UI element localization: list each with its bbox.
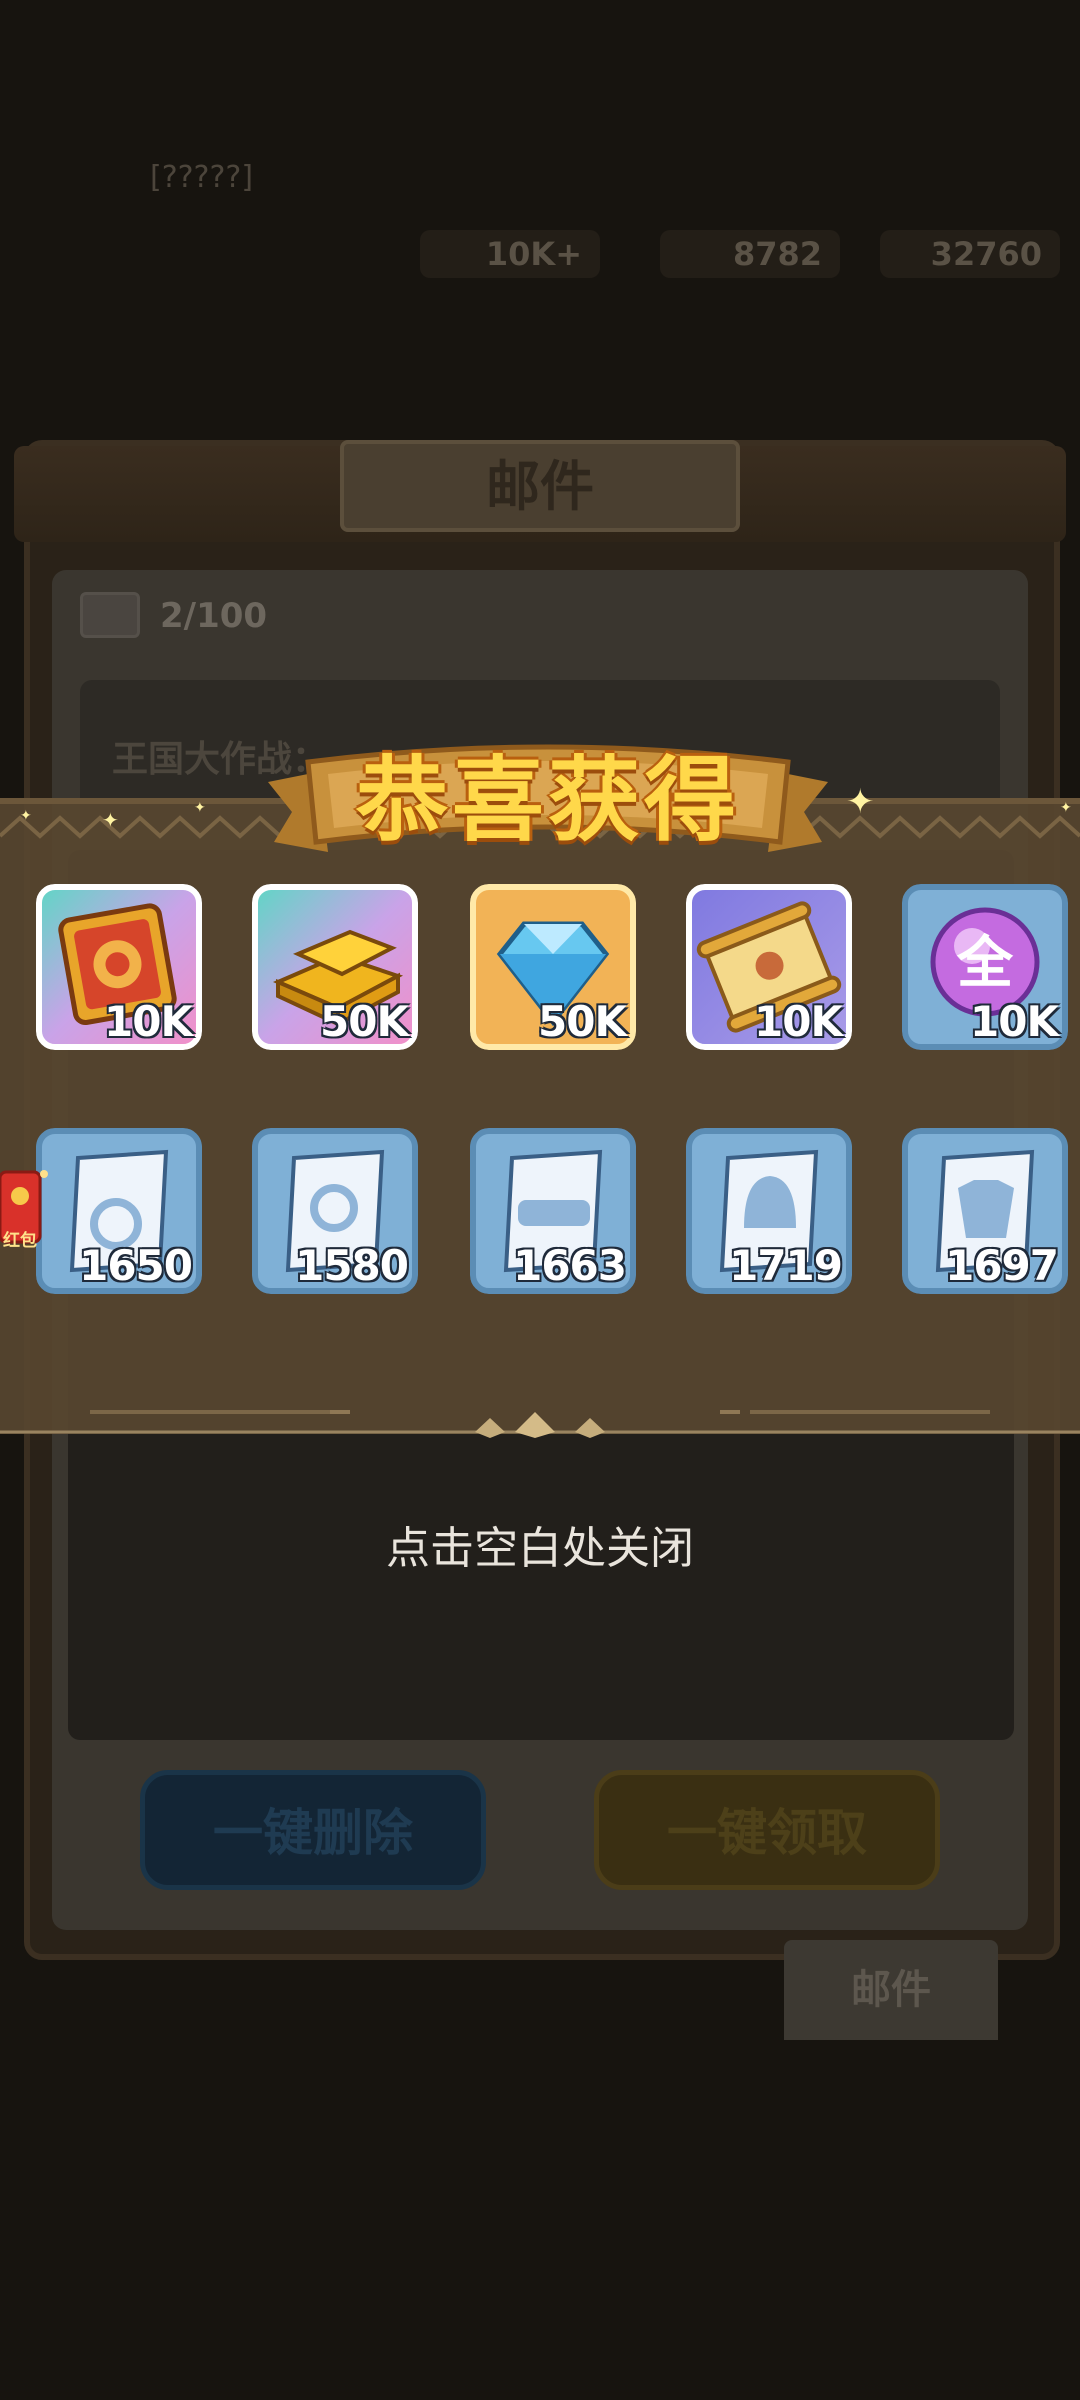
background-player-info: [?????] (150, 160, 254, 195)
sparkle-icon: ✦ (102, 808, 119, 832)
mail-window-title: 邮件 (340, 440, 740, 532)
red-packet-label: 红包 (3, 1231, 37, 1251)
reward-count: 1580 (295, 1241, 409, 1290)
tab-mail[interactable]: 邮件 (784, 1940, 998, 2040)
background-stat-3: 32760 (880, 230, 1060, 278)
reward-item-ring-scroll[interactable]: 1650 (36, 1128, 202, 1294)
mail-count: 2/100 (160, 596, 268, 636)
reward-item-scroll-map[interactable]: 10K (686, 884, 852, 1050)
delete-all-button[interactable]: 一键删除 (140, 1770, 486, 1890)
sparkle-icon: ✦ (194, 800, 206, 816)
band-bottom-decoration (0, 1410, 1080, 1438)
background-stat-2: 8782 (660, 230, 840, 278)
popup-title: 恭喜获得 (355, 747, 740, 854)
reward-count: 10K (104, 997, 193, 1046)
sparkle-icon: ✦ (20, 808, 32, 824)
envelope-icon (80, 592, 140, 638)
reward-item-helmet-scroll[interactable]: 1719 (686, 1128, 852, 1294)
reward-item-belt-scroll[interactable]: 1663 (470, 1128, 636, 1294)
reward-item-diamond[interactable]: 50K (470, 884, 636, 1050)
all-orb-glyph: 全 (956, 931, 1014, 996)
reward-item-summon-ticket[interactable]: 10K (36, 884, 202, 1050)
reward-item-necklace-scroll[interactable]: 1580 (252, 1128, 418, 1294)
reward-count: 10K (754, 997, 843, 1046)
reward-item-armor-scroll[interactable]: 1697 (902, 1128, 1068, 1294)
claim-all-button[interactable]: 一键领取 (594, 1770, 940, 1890)
reward-count: 50K (538, 997, 627, 1046)
sparkle-icon: ✦ (1060, 800, 1072, 816)
reward-count: 50K (320, 997, 409, 1046)
background-stat-1: 10K+ (420, 230, 600, 278)
reward-item-gold-bar[interactable]: 50K (252, 884, 418, 1050)
reward-count: 1697 (945, 1241, 1059, 1290)
sparkle-icon: ✦ (846, 782, 875, 822)
reward-count: 1663 (513, 1241, 627, 1290)
reward-item-all-orb[interactable]: 全 10K (902, 884, 1068, 1050)
reward-count: 10K (970, 997, 1059, 1046)
reward-count: 1719 (729, 1241, 843, 1290)
close-hint[interactable]: 点击空白处关闭 (0, 1512, 1080, 1576)
reward-count: 1650 (79, 1241, 193, 1290)
